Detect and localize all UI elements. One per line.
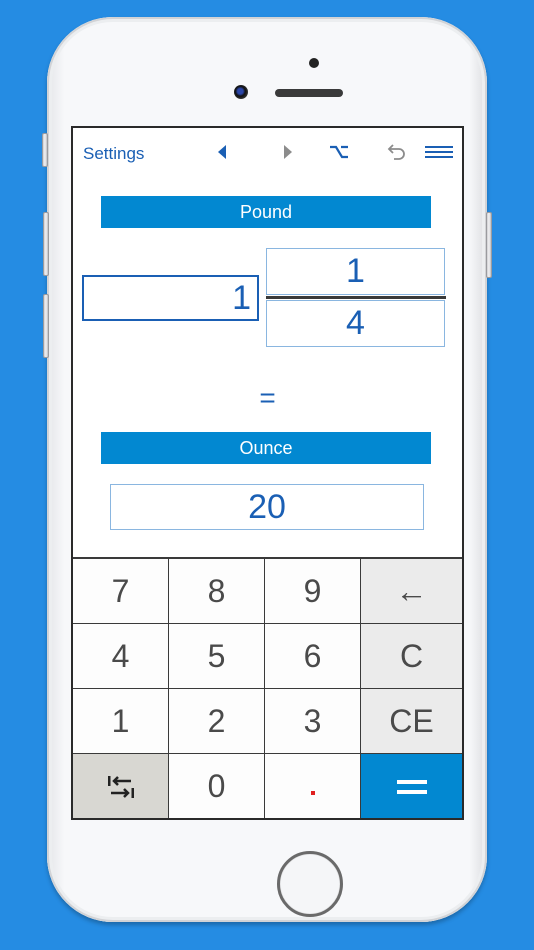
equals-label: = (259, 382, 276, 413)
front-camera (234, 85, 248, 99)
earpiece-speaker (275, 89, 343, 97)
clear-entry-key[interactable]: CE (361, 689, 462, 754)
keypad: 7 8 9 ← 4 5 6 C 1 2 3 CE 0 (73, 557, 462, 818)
key-1[interactable]: 1 (73, 689, 169, 754)
proximity-sensor (309, 58, 319, 68)
denominator-input[interactable]: 4 (266, 300, 445, 347)
key-5[interactable]: 5 (169, 624, 265, 689)
key-6[interactable]: 6 (265, 624, 361, 689)
decimal-key[interactable] (265, 754, 361, 818)
backspace-key[interactable]: ← (361, 559, 462, 624)
fraction-bar (266, 296, 446, 299)
settings-button[interactable]: Settings (83, 144, 144, 164)
volume-up-button (43, 212, 49, 276)
key-7[interactable]: 7 (73, 559, 169, 624)
decimal-dot (310, 790, 315, 795)
equals-icon (396, 779, 427, 794)
swap-units-key[interactable] (73, 754, 169, 818)
key-4[interactable]: 4 (73, 624, 169, 689)
from-unit-selector[interactable]: Pound (101, 196, 431, 228)
back-arrow-icon[interactable] (214, 140, 230, 164)
to-unit-selector[interactable]: Ounce (101, 432, 431, 464)
volume-down-button (43, 294, 49, 358)
numerator-input[interactable]: 1 (266, 248, 445, 295)
clear-key[interactable]: C (361, 624, 462, 689)
whole-number-input[interactable]: 1 (82, 275, 259, 321)
key-3[interactable]: 3 (265, 689, 361, 754)
option-icon[interactable] (328, 140, 350, 164)
result-output: 20 (110, 484, 424, 530)
key-2[interactable]: 2 (169, 689, 265, 754)
power-button (486, 212, 492, 278)
forward-arrow-icon[interactable] (280, 140, 296, 164)
menu-icon[interactable] (424, 140, 454, 164)
toolbar: Settings (73, 128, 462, 178)
mute-switch (42, 133, 48, 167)
key-9[interactable]: 9 (265, 559, 361, 624)
undo-icon[interactable] (386, 140, 408, 164)
app-screen: Settings Pound 1 1 4 = Ounce 20 7 8 9 ← … (71, 126, 464, 820)
swap-icon (107, 775, 134, 798)
key-0[interactable]: 0 (169, 754, 265, 818)
home-button[interactable] (277, 851, 343, 917)
key-8[interactable]: 8 (169, 559, 265, 624)
equals-key[interactable] (361, 754, 462, 818)
